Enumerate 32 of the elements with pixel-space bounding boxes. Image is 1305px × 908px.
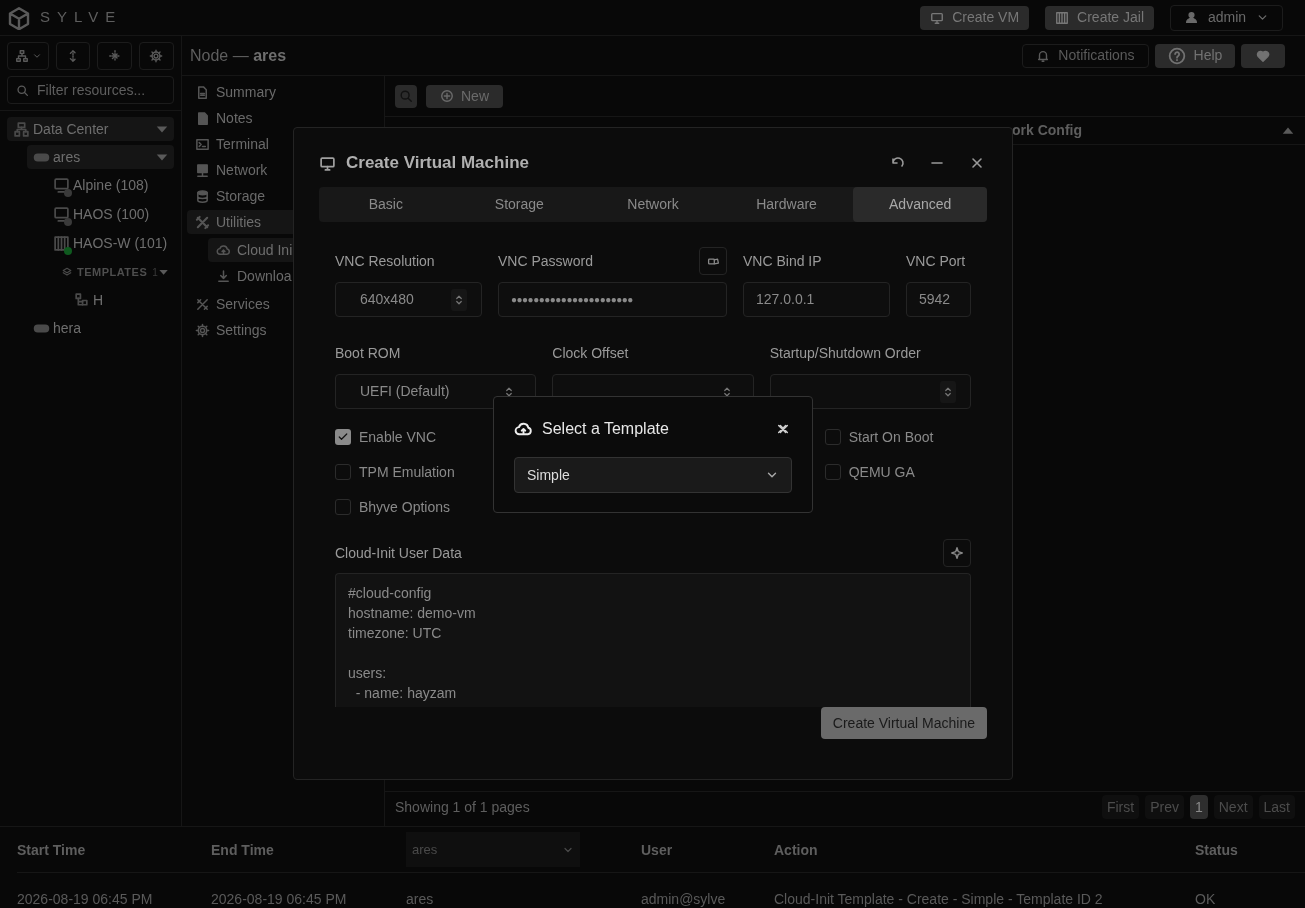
tree-label: HAOS (100): [73, 205, 150, 224]
checkbox-label: Bhyve Options: [359, 497, 451, 517]
checkbox-label: QEMU GA: [848, 462, 915, 482]
tree-label: HAOS-W (101): [73, 234, 168, 253]
field-label: VNC Password: [498, 251, 593, 271]
dialog-title: Select a Template: [542, 419, 669, 439]
dialog-title: Create Virtual Machine: [346, 152, 529, 175]
field-label: VNC Port: [906, 251, 966, 271]
checkbox-label: Start On Boot: [848, 427, 934, 447]
tree-label: ares: [53, 147, 81, 167]
table-cell: admin@sylve: [641, 891, 726, 907]
field-label: Boot ROM: [335, 343, 401, 363]
tree-label: hera: [53, 318, 82, 338]
field-label: Clock Offset: [552, 343, 629, 363]
page-title: Node — ares: [190, 45, 287, 66]
app-logo: SYLVE: [40, 7, 123, 28]
field-label: VNC Bind IP: [743, 251, 822, 271]
tree-label: Data Center: [33, 119, 109, 139]
table-cell: Cloud-Init Template - Create - Simple - Template ID 2: [774, 891, 1103, 907]
table-cell: ares: [406, 891, 434, 907]
page-summary: Showing 1 of 1 pages: [395, 797, 530, 817]
field-label: Startup/Shutdown Order: [769, 343, 921, 363]
checkbox-label: Enable VNC: [359, 427, 437, 447]
field-label: VNC Resolution: [335, 251, 435, 271]
tree-label: H: [93, 290, 104, 310]
table-cell: OK: [1195, 891, 1216, 907]
tree-label: TEMPLATES: [76, 264, 148, 280]
table-cell: 2026-08-19 06:45 PM: [211, 891, 347, 907]
table-cell: 2026-08-19 06:45 PM: [17, 891, 153, 907]
field-label: Cloud-Init User Data: [335, 543, 462, 563]
checkbox-label: TPM Emulation: [359, 462, 455, 482]
tree-label: Alpine (108): [73, 176, 149, 195]
